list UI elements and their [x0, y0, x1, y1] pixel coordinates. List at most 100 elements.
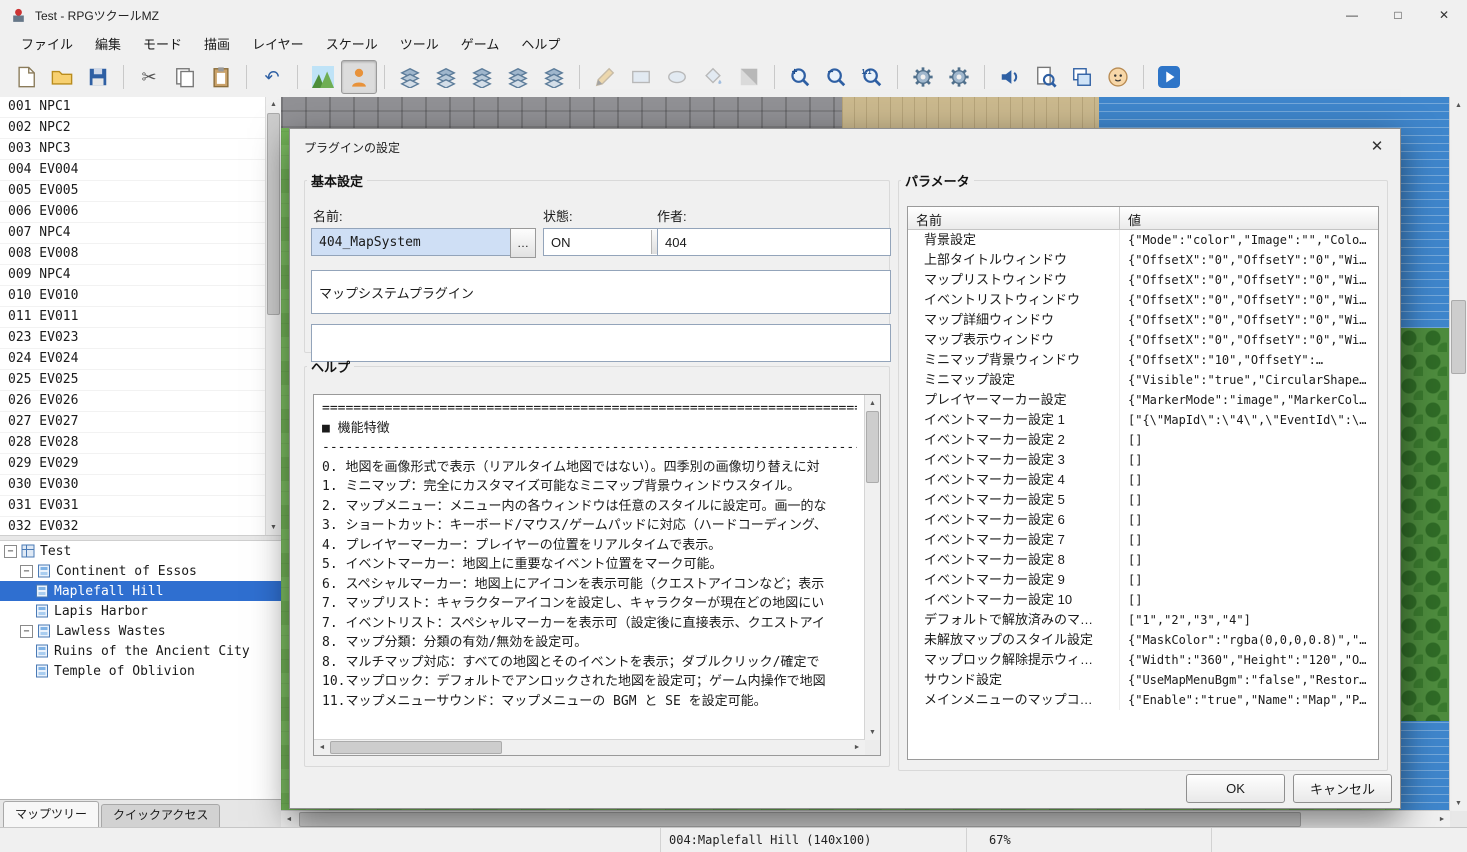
event-list-item[interactable]: 025 EV025 [0, 370, 266, 391]
plugin-description-field[interactable]: マップシステムプラグイン [311, 270, 891, 314]
event-list-item[interactable]: 028 EV028 [0, 433, 266, 454]
parameter-row[interactable]: マップロック解除提示ウィ… {"Width":"360","Height":"1… [908, 650, 1378, 670]
scroll-up-icon[interactable]: ▲ [865, 395, 880, 411]
parameter-row[interactable]: 上部タイトルウィンドウ {"OffsetX":"0","OffsetY":"0"… [908, 250, 1378, 270]
menu-item[interactable]: ツール [389, 30, 450, 57]
event-list-item[interactable]: 006 EV006 [0, 202, 266, 223]
save-project-button[interactable] [80, 60, 116, 94]
event-list-item[interactable]: 011 EV011 [0, 307, 266, 328]
scroll-down-icon[interactable]: ▼ [865, 724, 880, 740]
tree-item-folder[interactable]: − Continent of Essos [0, 561, 281, 581]
event-list-item[interactable]: 007 NPC4 [0, 223, 266, 244]
menu-item[interactable]: 描画 [193, 30, 241, 57]
tab-map-tree[interactable]: マップツリー [3, 801, 100, 828]
event-list-item[interactable]: 023 EV023 [0, 328, 266, 349]
layer-2-button[interactable] [428, 60, 464, 94]
event-list-item[interactable]: 024 EV024 [0, 349, 266, 370]
menu-item[interactable]: ファイル [10, 30, 84, 57]
event-list-item[interactable]: 029 EV029 [0, 454, 266, 475]
dialog-close-icon[interactable]: ✕ [1364, 134, 1390, 158]
event-list-item[interactable]: 004 EV004 [0, 160, 266, 181]
parameter-row[interactable]: イベントマーカー設定 1 ["{\"MapId\":\"4\",\"EventI… [908, 410, 1378, 430]
parameter-row[interactable]: イベントマーカー設定 4 [] [908, 470, 1378, 490]
help-vertical-scroll-thumb[interactable] [866, 411, 879, 483]
event-list-scroll-thumb[interactable] [267, 113, 280, 315]
event-list-item[interactable]: 032 EV032 [0, 517, 266, 535]
parameter-row[interactable]: イベントマーカー設定 7 [] [908, 530, 1378, 550]
plugin-manager-button[interactable] [941, 60, 977, 94]
menu-item[interactable]: スケール [315, 30, 389, 57]
menu-item[interactable]: モード [132, 30, 193, 57]
character-generator-button[interactable] [1100, 60, 1136, 94]
sound-test-button[interactable] [992, 60, 1028, 94]
ok-button[interactable]: OK [1186, 774, 1285, 803]
event-list-item[interactable]: 026 EV026 [0, 391, 266, 412]
event-list[interactable]: 001 NPC1 002 NPC2 003 NPC3 004 EV004 005 EV0… [0, 97, 266, 535]
tree-item-project[interactable]: − Test [0, 541, 281, 561]
parameter-row[interactable]: サウンド設定 {"UseMapMenuBgm":"false","Restor… [908, 670, 1378, 690]
close-button[interactable]: ✕ [1421, 0, 1467, 30]
parameter-row[interactable]: ミニマップ背景ウィンドウ {"OffsetX":"10","OffsetY":… [908, 350, 1378, 370]
layer-4-button[interactable] [500, 60, 536, 94]
cut-button[interactable]: ✂ [131, 60, 167, 94]
shadow-pen-tool-button[interactable] [731, 60, 767, 94]
cancel-button[interactable]: キャンセル [1293, 774, 1392, 803]
event-list-item[interactable]: 002 NPC2 [0, 118, 266, 139]
parameter-row[interactable]: プレイヤーマーカー設定 {"MarkerMode":"image","Marke… [908, 390, 1378, 410]
rectangle-tool-button[interactable] [623, 60, 659, 94]
event-list-item[interactable]: 008 EV008 [0, 244, 266, 265]
scroll-left-icon[interactable]: ◄ [314, 740, 330, 755]
database-button[interactable] [905, 60, 941, 94]
event-list-item[interactable]: 001 NPC1 [0, 97, 266, 118]
event-list-scrollbar[interactable]: ▲ ▼ [265, 97, 281, 535]
layer-all-button[interactable] [536, 60, 572, 94]
zoom-out-button[interactable]: − [818, 60, 854, 94]
parameter-row[interactable]: マップリストウィンドウ {"OffsetX":"0","OffsetY":"0"… [908, 270, 1378, 290]
parameter-row[interactable]: イベントマーカー設定 2 [] [908, 430, 1378, 450]
help-text-area[interactable]: ========================================… [313, 394, 881, 756]
parameter-row[interactable]: ミニマップ設定 {"Visible":"true","CircularShape… [908, 370, 1378, 390]
parameter-row[interactable]: メインメニューのマップコ… {"Enable":"true","Name":"M… [908, 690, 1378, 710]
paste-button[interactable] [203, 60, 239, 94]
scroll-down-icon[interactable]: ▼ [266, 520, 281, 535]
scroll-down-icon[interactable]: ▼ [1450, 795, 1467, 811]
tab-quick-access[interactable]: クイックアクセス [101, 804, 221, 828]
undo-button[interactable]: ↶ [254, 60, 290, 94]
scroll-left-icon[interactable]: ◄ [281, 811, 297, 828]
layer-1-button[interactable] [392, 60, 428, 94]
open-project-button[interactable] [44, 60, 80, 94]
event-list-item[interactable]: 009 NPC4 [0, 265, 266, 286]
map-mode-button[interactable] [305, 60, 341, 94]
event-searcher-button[interactable] [1028, 60, 1064, 94]
collapse-icon[interactable]: − [4, 544, 17, 558]
parameter-row[interactable]: イベントマーカー設定 8 [] [908, 550, 1378, 570]
help-horizontal-scroll-thumb[interactable] [330, 741, 502, 754]
tree-item-map[interactable]: Lapis Harbor [0, 601, 281, 621]
map-horizontal-scroll-thumb[interactable] [299, 812, 1301, 827]
parameter-row[interactable]: イベントマーカー設定 3 [] [908, 450, 1378, 470]
help-vertical-scrollbar[interactable]: ▲ ▼ [864, 395, 880, 740]
layer-3-button[interactable] [464, 60, 500, 94]
tree-item-map[interactable]: Ruins of the Ancient City [0, 641, 281, 661]
copy-button[interactable] [167, 60, 203, 94]
zoom-in-button[interactable]: + [782, 60, 818, 94]
parameter-row[interactable]: イベントマーカー設定 9 [] [908, 570, 1378, 590]
parameter-row[interactable]: イベントマーカー設定 10 [] [908, 590, 1378, 610]
zoom-actual-size-button[interactable]: 1:1 [854, 60, 890, 94]
flood-fill-tool-button[interactable] [695, 60, 731, 94]
parameter-row[interactable]: イベントマーカー設定 6 [] [908, 510, 1378, 530]
map-vertical-scrollbar[interactable]: ▲ ▼ [1449, 97, 1467, 811]
collapse-icon[interactable]: − [20, 624, 33, 638]
plugin-name-field[interactable]: 404_MapSystem [311, 228, 525, 256]
tree-item-map[interactable]: Temple of Oblivion [0, 661, 281, 681]
minimize-button[interactable]: — [1329, 0, 1375, 30]
ellipse-tool-button[interactable] [659, 60, 695, 94]
scroll-right-icon[interactable]: ► [849, 740, 865, 755]
map-horizontal-scrollbar[interactable]: ◄ ► [281, 810, 1450, 828]
event-list-item[interactable]: 031 EV031 [0, 496, 266, 517]
maximize-button[interactable]: □ [1375, 0, 1421, 30]
menu-item[interactable]: ヘルプ [510, 30, 571, 57]
scroll-right-icon[interactable]: ► [1434, 811, 1450, 828]
scroll-up-icon[interactable]: ▲ [266, 97, 281, 112]
menu-item[interactable]: レイヤー [241, 30, 315, 57]
